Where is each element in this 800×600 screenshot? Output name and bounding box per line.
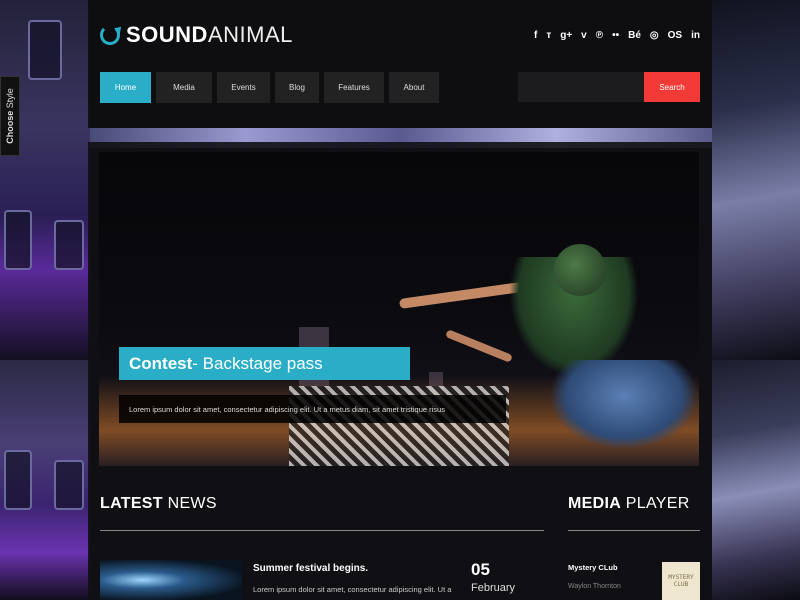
news-thumbnail[interactable] xyxy=(100,560,242,600)
tripadvisor-icon[interactable]: ◎ xyxy=(650,30,659,41)
search-input[interactable] xyxy=(518,72,644,102)
background-right-bottom xyxy=(712,360,800,600)
pinterest-icon[interactable]: ℗ xyxy=(596,30,603,41)
logo[interactable]: SOUNDANIMAL xyxy=(100,22,293,48)
latest-news-title-light: NEWS xyxy=(162,495,217,512)
news-excerpt: Lorem ipsum dolor sit amet, consectetur … xyxy=(253,585,452,594)
news-date-month: February xyxy=(471,582,516,594)
search-button[interactable]: Search xyxy=(644,72,700,102)
nav-item-features[interactable]: Features xyxy=(324,72,384,103)
news-date-day: 05 xyxy=(471,560,490,579)
track-title[interactable]: Mystery CLub xyxy=(568,563,618,572)
dancer-legs xyxy=(549,360,699,450)
main-nav: Home Media Events Blog Features About xyxy=(100,72,439,103)
nav-item-events[interactable]: Events xyxy=(217,72,270,103)
facebook-icon[interactable]: f xyxy=(534,30,537,41)
speaker-decoration xyxy=(54,460,84,510)
media-player-title-bold: MEDIA xyxy=(568,495,622,512)
main-content: Contest - Backstage pass Lorem ipsum dol… xyxy=(88,142,712,600)
divider xyxy=(100,530,544,531)
nav-item-media[interactable]: Media xyxy=(156,72,212,103)
nav-item-blog[interactable]: Blog xyxy=(275,72,319,103)
linkedin-icon[interactable]: in xyxy=(691,30,700,41)
news-headline[interactable]: Summer festival begins. xyxy=(253,563,368,574)
latest-news-title-bold: LATEST xyxy=(100,495,163,512)
divider xyxy=(568,530,700,531)
choose-style-tab[interactable]: Choose Style xyxy=(0,76,20,156)
latest-news-title: LATEST NEWS xyxy=(100,495,217,513)
speaker-decoration xyxy=(54,220,84,270)
nav-item-about[interactable]: About xyxy=(389,72,439,103)
logo-text: SOUNDANIMAL xyxy=(126,22,293,48)
slide-title-rest: - Backstage pass xyxy=(192,353,323,373)
logo-light: ANIMAL xyxy=(207,22,293,47)
speaker-decoration xyxy=(28,20,62,80)
vimeo-icon[interactable]: v xyxy=(581,30,587,41)
behance-icon[interactable]: Bé xyxy=(628,30,641,41)
nav-item-home[interactable]: Home xyxy=(100,72,151,103)
media-player-title: MEDIA PLAYER xyxy=(568,495,690,513)
background-right-top xyxy=(712,0,800,360)
slide-caption: Lorem ipsum dolor sit amet, consectetur … xyxy=(119,395,506,423)
dancer-hood xyxy=(554,244,606,296)
choose-style-bold: Choose xyxy=(5,110,16,144)
google-plus-icon[interactable]: g+ xyxy=(560,30,572,41)
site-header: SOUNDANIMAL f ᴛ g+ v ℗ •• Bé ◎ OS in Home Media E… xyxy=(88,0,712,128)
dancer-arm xyxy=(445,329,513,363)
track-artist: Waylon Thornton xyxy=(568,583,621,590)
choose-style-light: Style xyxy=(5,88,16,109)
search-bar: Search xyxy=(518,72,700,102)
lastfm-icon[interactable]: OS xyxy=(668,30,682,41)
slide-title-bold: Contest xyxy=(129,353,193,373)
logo-bold: SOUND xyxy=(126,22,208,47)
twitter-icon[interactable]: ᴛ xyxy=(546,30,551,41)
speaker-decoration xyxy=(4,450,32,510)
social-links: f ᴛ g+ v ℗ •• Bé ◎ OS in xyxy=(534,30,700,41)
album-art[interactable]: MYSTERY CLUB xyxy=(662,562,700,600)
refresh-logo-icon xyxy=(100,25,120,45)
slide-title[interactable]: Contest - Backstage pass xyxy=(119,347,410,380)
flickr-icon[interactable]: •• xyxy=(612,30,619,41)
speaker-decoration xyxy=(4,210,32,270)
media-player-title-light: PLAYER xyxy=(621,495,690,512)
